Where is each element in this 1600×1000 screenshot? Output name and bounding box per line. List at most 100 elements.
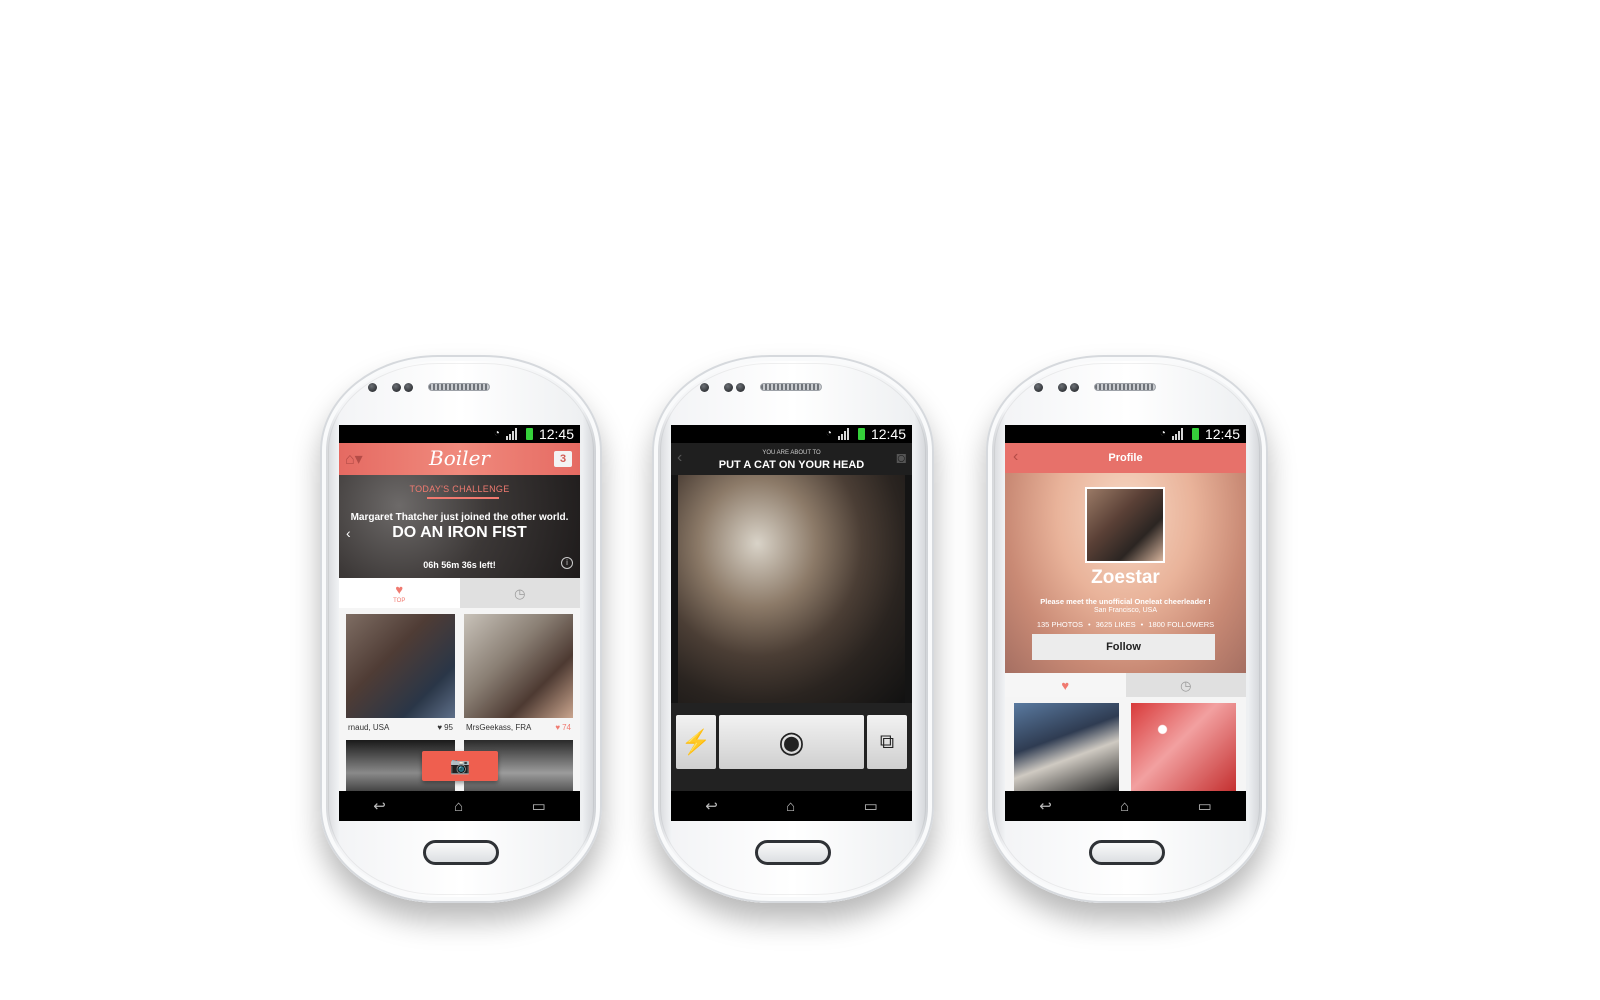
nav-recent-icon[interactable]: ▭ bbox=[1198, 797, 1212, 815]
challenge-title: PUT A CAT ON YOUR HEAD bbox=[718, 459, 865, 471]
nav-home-icon[interactable]: ⌂ bbox=[786, 798, 795, 815]
status-time: 12:45 bbox=[538, 426, 574, 442]
switch-camera-button[interactable]: ⧉ bbox=[867, 715, 907, 769]
front-camera-dot bbox=[724, 383, 733, 392]
camera-icon: ◉ bbox=[778, 725, 805, 759]
nav-back-icon[interactable]: ↩ bbox=[1039, 797, 1052, 815]
stat-photos[interactable]: 135 PHOTOS bbox=[1037, 620, 1083, 629]
nav-recent-icon[interactable]: ▭ bbox=[864, 797, 878, 815]
stat-likes[interactable]: 3625 LIKES bbox=[1096, 620, 1136, 629]
signal-icon bbox=[505, 428, 520, 440]
page-title: Profile bbox=[1108, 452, 1143, 464]
tab-recent[interactable]: ◷ bbox=[459, 578, 580, 608]
status-bar: ◔ 12:45 bbox=[671, 425, 912, 443]
chevron-left-icon[interactable]: ‹ bbox=[346, 525, 351, 541]
capture-button[interactable]: 📷 bbox=[422, 751, 498, 781]
battery-icon bbox=[525, 428, 533, 440]
phone-home-feed: ◔ 12:45 ⌂▾ Boiler 3 TODAY'S CHALLENGE Ma… bbox=[320, 355, 602, 903]
clock-icon: ◷ bbox=[1180, 677, 1192, 693]
challenge-underline bbox=[427, 497, 499, 499]
app-logo: Boiler bbox=[429, 446, 490, 470]
signal-icon bbox=[837, 428, 852, 440]
feed-likes[interactable]: ♥ 95 bbox=[437, 723, 453, 732]
notification-badge[interactable]: 3 bbox=[554, 451, 572, 467]
phone-profile: ◔ 12:45 ‹ Profile Zoestar Please meet th… bbox=[986, 355, 1268, 903]
grid-photo[interactable] bbox=[1014, 703, 1119, 791]
battery-icon bbox=[857, 428, 865, 440]
system-nav-bar: ↩ ⌂ ▭ bbox=[671, 791, 912, 821]
front-camera-dot bbox=[736, 383, 745, 392]
challenge-label: TODAY'S CHALLENGE bbox=[409, 484, 510, 494]
nav-back-icon[interactable]: ↩ bbox=[705, 797, 718, 815]
challenge-prefix: YOU ARE ABOUT TO bbox=[762, 450, 821, 456]
grid-photo[interactable] bbox=[1131, 703, 1236, 791]
profile-bio: Please meet the unofficial Oneleat cheer… bbox=[1040, 597, 1211, 606]
camera-header: ‹ YOU ARE ABOUT TO PUT A CAT ON YOUR HEA… bbox=[671, 443, 912, 475]
earpiece-speaker bbox=[428, 383, 490, 391]
profile-name: Zoestar bbox=[1091, 567, 1160, 588]
nav-back-icon[interactable]: ↩ bbox=[373, 797, 386, 815]
stat-followers[interactable]: 1800 FOLLOWERS bbox=[1148, 620, 1214, 629]
camera-controls: ⚡ ◉ ⧉ bbox=[671, 703, 912, 791]
nav-recent-icon[interactable]: ▭ bbox=[532, 797, 546, 815]
status-time: 12:45 bbox=[870, 426, 906, 442]
heart-icon: ♥ bbox=[555, 723, 561, 732]
challenge-timer: 06h 56m 36s left! bbox=[423, 560, 496, 570]
hardware-home-button[interactable] bbox=[755, 840, 831, 865]
hardware-home-button[interactable] bbox=[1089, 840, 1165, 865]
screen-home: ◔ 12:45 ⌂▾ Boiler 3 TODAY'S CHALLENGE Ma… bbox=[339, 425, 580, 821]
wifi-icon: ◔ bbox=[493, 428, 500, 439]
phone-camera: ◔ 12:45 ‹ YOU ARE ABOUT TO PUT A CAT ON … bbox=[652, 355, 934, 903]
feed-card[interactable]: MrsGeekass, FRA ♥ 74 bbox=[464, 614, 573, 732]
camera-icon: 📷 bbox=[450, 758, 470, 775]
tab-top[interactable]: ♥ bbox=[1005, 673, 1126, 697]
sensor-dot bbox=[368, 383, 377, 392]
nav-home-icon[interactable]: ⌂ bbox=[1120, 798, 1129, 815]
front-camera-dot bbox=[1058, 383, 1067, 392]
avatar[interactable] bbox=[1085, 487, 1165, 563]
heart-icon: ♥ bbox=[395, 581, 404, 597]
camera-viewfinder[interactable] bbox=[678, 475, 905, 703]
challenge-banner[interactable]: TODAY'S CHALLENGE Margaret Thatcher just… bbox=[339, 475, 580, 578]
camera-icon[interactable]: ◙ bbox=[896, 450, 906, 468]
wifi-icon: ◔ bbox=[825, 428, 832, 439]
clock-icon: ◷ bbox=[514, 585, 526, 601]
front-camera-dot bbox=[1070, 383, 1079, 392]
screen-profile: ◔ 12:45 ‹ Profile Zoestar Please meet th… bbox=[1005, 425, 1246, 821]
stat-separator: • bbox=[1140, 620, 1144, 629]
earpiece-speaker bbox=[760, 383, 822, 391]
heart-icon: ♥ bbox=[1061, 677, 1070, 693]
sensor-dot bbox=[1034, 383, 1043, 392]
nav-home-icon[interactable]: ⌂ bbox=[454, 798, 463, 815]
earpiece-speaker bbox=[1094, 383, 1156, 391]
signal-icon bbox=[1171, 428, 1186, 440]
profile-header: ‹ Profile bbox=[1005, 443, 1246, 473]
system-nav-bar: ↩ ⌂ ▭ bbox=[1005, 791, 1246, 821]
feed-user: rnaud, USA bbox=[348, 723, 390, 732]
feed-likes[interactable]: ♥ 74 bbox=[555, 723, 571, 732]
challenge-subtitle: Margaret Thatcher just joined the other … bbox=[350, 512, 569, 523]
system-nav-bar: ↩ ⌂ ▭ bbox=[339, 791, 580, 821]
feed-photo[interactable] bbox=[346, 614, 455, 718]
shutter-button[interactable]: ◉ bbox=[719, 715, 864, 769]
profile-hero: Zoestar Please meet the unofficial Onele… bbox=[1005, 473, 1246, 673]
heart-icon: ♥ bbox=[437, 723, 443, 732]
feed-photo[interactable] bbox=[464, 614, 573, 718]
follow-button[interactable]: Follow bbox=[1032, 634, 1215, 660]
info-icon[interactable]: i bbox=[561, 557, 573, 569]
tab-top[interactable]: ♥ TOP bbox=[339, 578, 460, 608]
front-camera-dot bbox=[404, 383, 413, 392]
challenge-title: DO AN IRON FIST bbox=[392, 524, 527, 541]
profile-location: San Francisco, USA bbox=[1093, 607, 1158, 614]
tab-recent[interactable]: ◷ bbox=[1125, 673, 1246, 697]
flash-button[interactable]: ⚡ bbox=[676, 715, 716, 769]
feed-card[interactable]: rnaud, USA ♥ 95 bbox=[346, 614, 455, 732]
status-bar: ◔ 12:45 bbox=[339, 425, 580, 443]
like-count: 74 bbox=[562, 723, 571, 732]
hardware-home-button[interactable] bbox=[423, 840, 499, 865]
front-camera-dot bbox=[392, 383, 401, 392]
battery-icon bbox=[1191, 428, 1199, 440]
photo-feed: rnaud, USA ♥ 95 MrsGeekass, FRA ♥ 74 📷 bbox=[339, 608, 580, 800]
wifi-icon: ◔ bbox=[1159, 428, 1166, 439]
profile-stats: 135 PHOTOS • 3625 LIKES • 1800 FOLLOWERS bbox=[1005, 620, 1246, 629]
